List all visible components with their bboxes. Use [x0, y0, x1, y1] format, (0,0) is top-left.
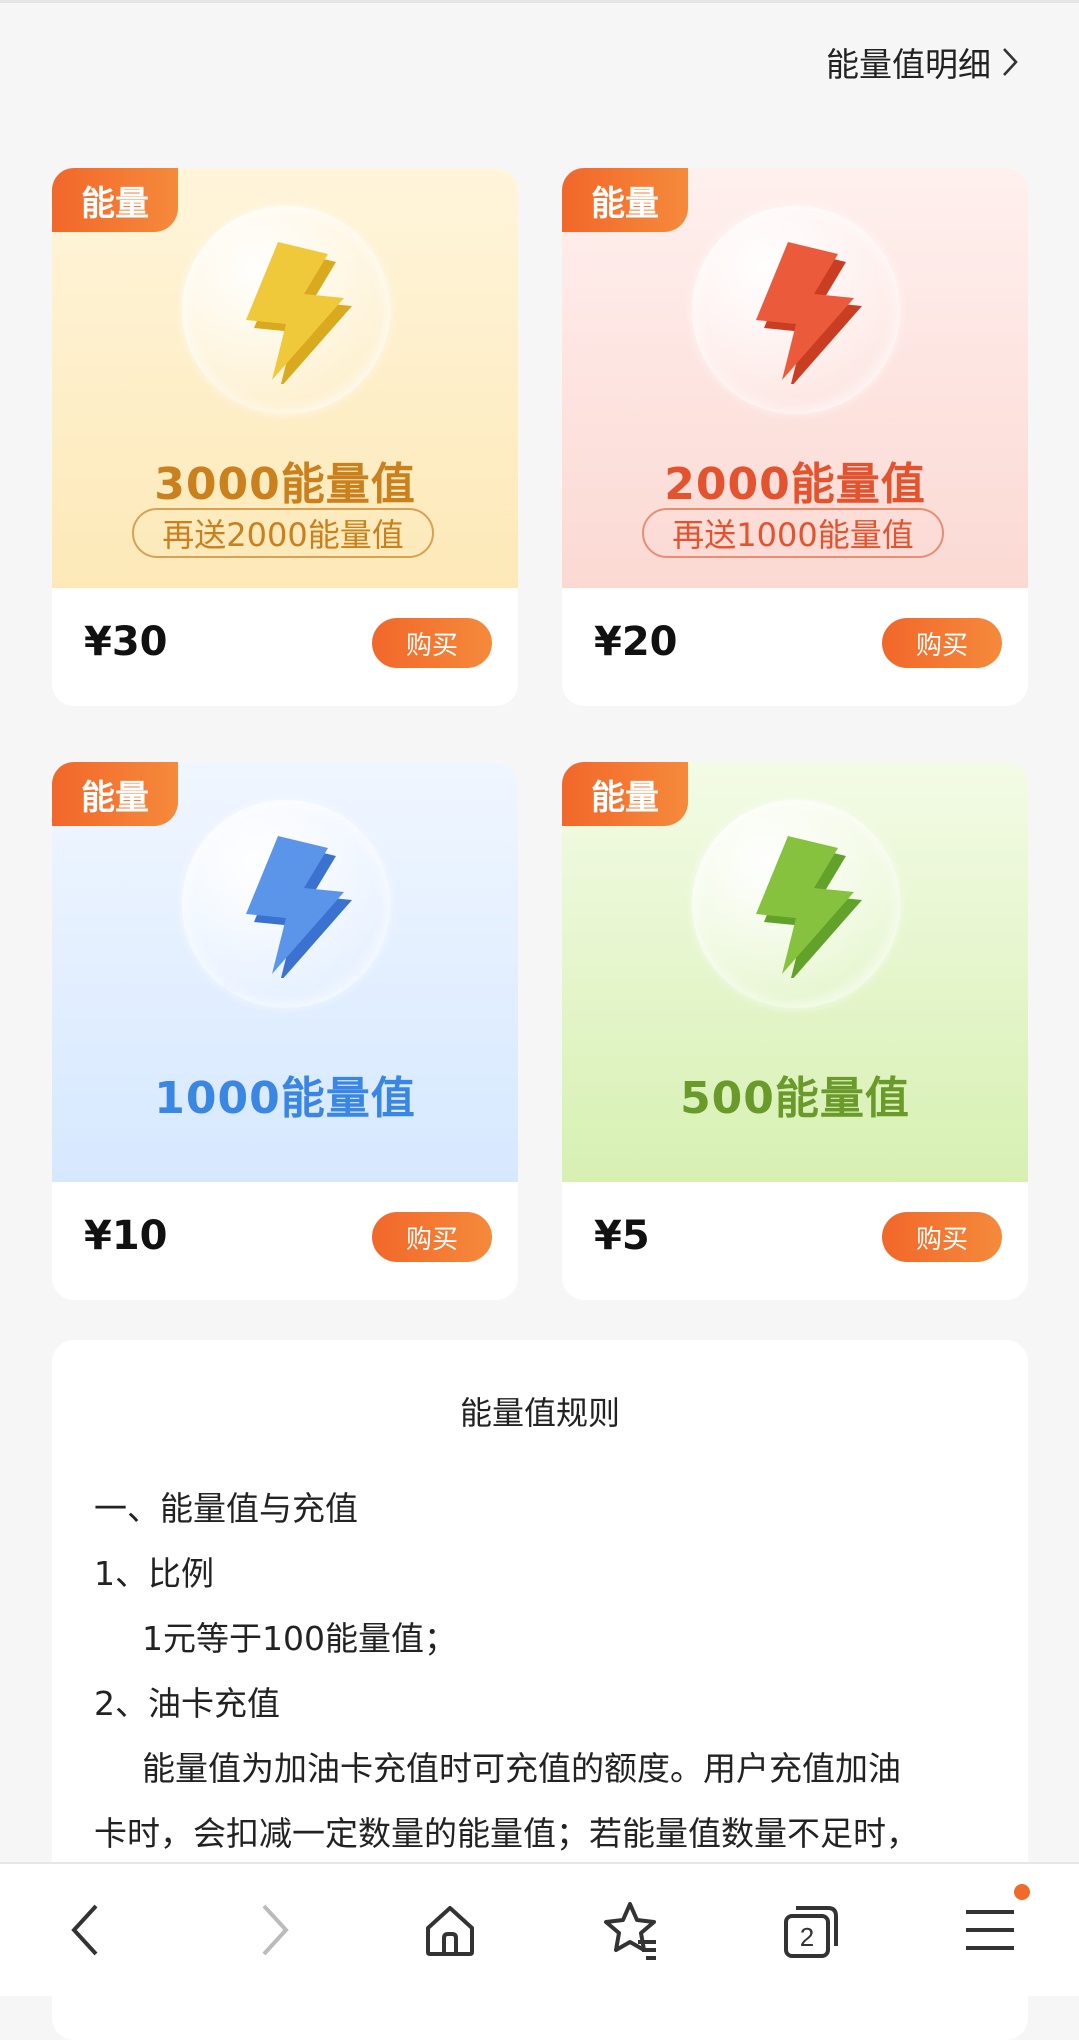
- lightning-bolt-icon: [246, 836, 352, 978]
- energy-amount: 1000能量值: [154, 1073, 416, 1124]
- energy-package-card: 3000能量值 再送2000能量值 能量 ¥30 购买: [52, 168, 518, 706]
- home-button[interactable]: [414, 1894, 486, 1966]
- energy-amount: 500能量值: [680, 1073, 910, 1124]
- forward-button[interactable]: [236, 1894, 308, 1966]
- energy-tag: 能量: [52, 168, 178, 232]
- chevron-right-icon: [1003, 48, 1018, 76]
- rule-item-heading: 2、油卡充值: [94, 1684, 280, 1723]
- energy-tag: 能量: [562, 762, 688, 826]
- energy-package-card: 500能量值 能量 ¥5 购买: [562, 762, 1028, 1300]
- energy-amount: 3000能量值: [154, 459, 416, 510]
- energy-detail-link[interactable]: 能量值明细: [826, 38, 1021, 86]
- lightning-bolt-icon: [756, 836, 862, 978]
- top-divider: [0, 0, 1079, 3]
- price: ¥10: [84, 1213, 168, 1259]
- tabs-button[interactable]: 2: [774, 1894, 846, 1966]
- buy-button[interactable]: 购买: [372, 618, 492, 668]
- energy-bubble: [692, 800, 900, 1008]
- bookmarks-button[interactable]: [594, 1894, 666, 1966]
- buy-button[interactable]: 购买: [372, 1212, 492, 1262]
- buy-button[interactable]: 购买: [882, 618, 1002, 668]
- menu-button[interactable]: [954, 1894, 1026, 1966]
- price: ¥5: [594, 1213, 650, 1259]
- buy-button[interactable]: 购买: [882, 1212, 1002, 1262]
- rule-section-heading: 一、能量值与充值: [94, 1489, 358, 1528]
- energy-tag: 能量: [562, 168, 688, 232]
- home-icon: [426, 1906, 474, 1956]
- rule-text: 卡时，会扣减一定数量的能量值；若能量值数量不足时，: [94, 1814, 919, 1853]
- menu-icon: [966, 1910, 1014, 1950]
- back-button[interactable]: [52, 1894, 124, 1966]
- energy-bubble: [182, 800, 390, 1008]
- notification-dot: [1014, 1884, 1030, 1900]
- bonus-badge: 再送2000能量值: [132, 508, 434, 558]
- energy-detail-label: 能量值明细: [826, 45, 991, 84]
- browser-bottom-bar: 2: [0, 1862, 1079, 1996]
- energy-tag: 能量: [52, 762, 178, 826]
- rules-title: 能量值规则: [459, 1394, 620, 1432]
- back-arrow-icon: [71, 1904, 98, 1956]
- rule-text: 1元等于100能量值；: [142, 1619, 457, 1658]
- bonus-badge: 再送1000能量值: [642, 508, 944, 558]
- bookmark-star-icon: [604, 1902, 656, 1960]
- forward-arrow-icon: [262, 1904, 289, 1956]
- tabs-count: 2: [800, 1922, 814, 1952]
- energy-amount: 2000能量值: [664, 459, 926, 510]
- lightning-bolt-icon: [246, 242, 352, 384]
- rule-text: 能量值为加油卡充值时可充值的额度。用户充值加油: [142, 1749, 901, 1788]
- energy-bubble: [182, 206, 390, 414]
- price: ¥30: [84, 619, 168, 665]
- tabs-icon: 2: [784, 1906, 838, 1958]
- price: ¥20: [594, 619, 678, 665]
- energy-bubble: [692, 206, 900, 414]
- energy-package-card: 1000能量值 能量 ¥10 购买: [52, 762, 518, 1300]
- lightning-bolt-icon: [756, 242, 862, 384]
- energy-package-card: 2000能量值 再送1000能量值 能量 ¥20 购买: [562, 168, 1028, 706]
- rule-item-heading: 1、比例: [94, 1554, 214, 1593]
